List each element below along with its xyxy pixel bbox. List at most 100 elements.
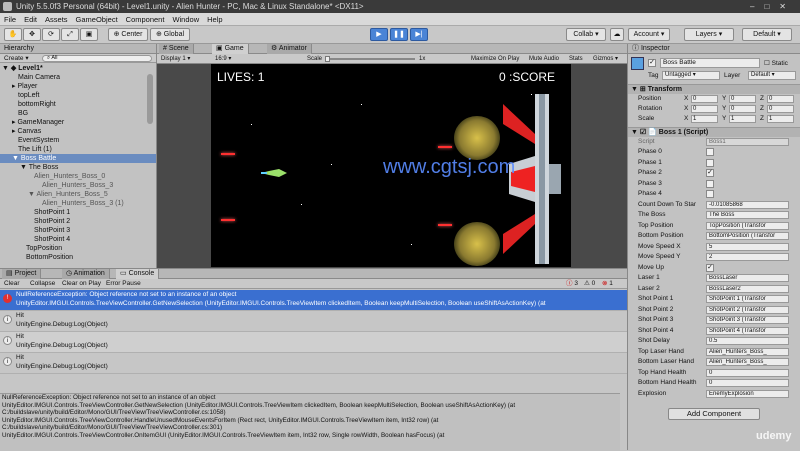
position-x-field[interactable]: 0 xyxy=(691,95,718,103)
clear-button[interactable]: Clear xyxy=(4,279,20,289)
hierarchy-item[interactable]: ▸ GameManager xyxy=(12,118,64,127)
hierarchy-item[interactable]: Alien_Hunters_Boss_3 xyxy=(42,181,113,190)
field-value[interactable]: 2 xyxy=(706,253,789,261)
field-value[interactable]: ShotPoint 1 (Transfor xyxy=(706,295,789,303)
field-value[interactable]: 0 xyxy=(706,379,789,387)
field-checkbox[interactable] xyxy=(706,148,714,156)
menu-component[interactable]: Component xyxy=(122,15,169,24)
field-value[interactable]: 0 xyxy=(706,368,789,377)
script-field[interactable]: Boss1 xyxy=(706,138,789,146)
hierarchy-tab[interactable]: Hierarchy xyxy=(0,45,34,52)
console-row-log[interactable]: i Hit UnityEngine.Debug:Log(Object) xyxy=(0,353,627,374)
collapse-button[interactable]: Collapse xyxy=(30,279,55,289)
field-value[interactable]: TopPosition (Transfor xyxy=(706,221,789,230)
tab-animator[interactable]: ⚙ Animator xyxy=(267,44,312,54)
stats-toggle[interactable]: Stats xyxy=(569,54,583,64)
stack-trace[interactable]: NullReferenceException: Object reference… xyxy=(0,393,620,451)
layers-dropdown[interactable]: Layers ▾ xyxy=(684,28,734,41)
field-checkbox[interactable] xyxy=(706,190,714,198)
field-value[interactable]: 5 xyxy=(706,242,789,251)
layout-dropdown[interactable]: Default ▾ xyxy=(742,28,792,41)
create-dropdown[interactable]: Create ▾ xyxy=(0,55,29,62)
scale-y-field[interactable]: 1 xyxy=(729,115,756,123)
inspector-tab[interactable]: ⓘ Inspector xyxy=(628,45,670,52)
transform-header[interactable]: ▼ ⊞ Transform xyxy=(628,84,800,94)
hierarchy-item[interactable]: Main Camera xyxy=(18,73,60,82)
hierarchy-item[interactable]: Alien_Hunters_Boss_3 (1) xyxy=(42,199,124,208)
active-checkbox[interactable]: ✓ xyxy=(648,59,656,67)
script-header[interactable]: ▼ ☑ 📄 Boss 1 (Script) xyxy=(628,127,800,137)
field-value[interactable]: ShotPoint 3 (Transfor xyxy=(706,316,789,324)
tab-console[interactable]: ▭ Console xyxy=(116,269,160,279)
hierarchy-search-input[interactable]: ⌕ All xyxy=(42,55,152,62)
field-checkbox[interactable]: ✓ xyxy=(706,169,714,177)
field-value[interactable]: BottomPosition (Transfor xyxy=(706,232,789,240)
field-value[interactable]: EnemyExplosion xyxy=(706,389,789,398)
console-row-error[interactable]: ! NullReferenceException: Object referen… xyxy=(0,290,627,311)
pivot-center-button[interactable]: ⊕ Center xyxy=(108,28,148,41)
hierarchy-item[interactable]: ▸ Player xyxy=(12,82,37,91)
gizmos-dropdown[interactable]: Gizmos ▾ xyxy=(593,54,618,64)
menu-window[interactable]: Window xyxy=(168,15,203,24)
hierarchy-item[interactable]: ▼ Alien_Hunters_Boss_5 xyxy=(28,190,108,199)
field-value[interactable]: ShotPoint 4 (Transfor xyxy=(706,326,789,335)
hierarchy-item[interactable]: ▸ Canvas xyxy=(12,127,41,136)
static-toggle[interactable]: ☐ Static xyxy=(764,59,788,67)
display-dropdown[interactable]: Display 1 ▾ xyxy=(161,54,190,64)
account-dropdown[interactable]: Account ▾ xyxy=(628,28,670,41)
hierarchy-item[interactable]: EventSystem xyxy=(18,136,59,145)
hierarchy-item[interactable]: bottomRight xyxy=(18,100,56,109)
field-value[interactable]: 0.5 xyxy=(706,337,789,345)
console-row-log[interactable]: i Hit UnityEngine.Debug:Log(Object) xyxy=(0,311,627,332)
play-button[interactable]: ▶ xyxy=(370,28,388,41)
error-count[interactable]: ⊗ 1 xyxy=(602,279,613,289)
field-checkbox[interactable] xyxy=(706,158,714,167)
console-row-log[interactable]: i Hit UnityEngine.Debug:Log(Object) xyxy=(0,332,627,353)
field-value[interactable]: ShotPoint 2 (Transfor xyxy=(706,305,789,314)
position-z-field[interactable]: 0 xyxy=(767,95,794,103)
rotate-tool-icon[interactable]: ⟳ xyxy=(42,28,60,41)
scene-root[interactable]: ▼ ◆ Level1* xyxy=(2,64,43,73)
hierarchy-item-selected[interactable]: ▼ Boss Battle xyxy=(0,154,156,163)
scale-x-field[interactable]: 1 xyxy=(691,115,718,123)
menu-file[interactable]: File xyxy=(0,15,20,24)
hierarchy-item[interactable]: BottomPosition xyxy=(26,253,73,262)
warning-count[interactable]: ⓘ 3 xyxy=(566,279,578,289)
collab-button[interactable]: Collab ▾ xyxy=(566,28,606,41)
window-controls[interactable]: –□✕ xyxy=(750,0,796,13)
field-value[interactable]: -0.01085868 xyxy=(706,200,789,209)
tag-dropdown[interactable]: Untagged ▾ xyxy=(662,71,720,80)
field-value[interactable]: Alien_Hunters_Boss_ xyxy=(706,358,789,366)
cloud-icon[interactable]: ☁ xyxy=(610,28,624,41)
log-count[interactable]: ⚠ 0 xyxy=(584,279,595,289)
menu-help[interactable]: Help xyxy=(203,15,226,24)
hierarchy-item[interactable]: Alien_Hunters_Boss_0 xyxy=(34,172,105,181)
position-y-field[interactable]: 0 xyxy=(729,95,756,103)
object-name-field[interactable]: Boss Battle xyxy=(660,58,760,68)
hierarchy-item[interactable]: TopPosition xyxy=(26,244,62,253)
field-value[interactable]: BossLaser2 xyxy=(706,284,789,293)
hierarchy-item[interactable]: ShotPoint 4 xyxy=(34,235,70,244)
rotation-y-field[interactable]: 0 xyxy=(729,105,756,113)
tab-game[interactable]: ▣ Game xyxy=(212,44,249,54)
pause-button[interactable]: ❚❚ xyxy=(390,28,408,41)
step-button[interactable]: ▶| xyxy=(410,28,428,41)
tab-scene[interactable]: # Scene xyxy=(159,44,194,54)
scale-slider[interactable] xyxy=(325,58,415,60)
scale-slider-handle[interactable] xyxy=(325,56,330,62)
menu-edit[interactable]: Edit xyxy=(20,15,41,24)
game-viewport[interactable]: LIVES: 1 0 :SCORE www.cgtsj.com xyxy=(211,64,571,267)
layer-dropdown[interactable]: Default ▾ xyxy=(748,71,796,80)
rotation-x-field[interactable]: 0 xyxy=(691,105,718,113)
error-pause-button[interactable]: Error Pause xyxy=(106,279,141,289)
move-tool-icon[interactable]: ✥ xyxy=(23,28,41,41)
hand-tool-icon[interactable]: ✋ xyxy=(4,28,22,41)
hierarchy-item[interactable]: ShotPoint 1 xyxy=(34,208,70,217)
field-value[interactable]: Alien_Hunters_Boss_ xyxy=(706,347,789,356)
tab-animation[interactable]: ◷ Animation xyxy=(62,269,110,279)
clear-on-play-button[interactable]: Clear on Play xyxy=(62,279,101,289)
rect-tool-icon[interactable]: ▣ xyxy=(80,28,98,41)
field-value[interactable]: BossLaser xyxy=(706,274,789,282)
hierarchy-item[interactable]: BG xyxy=(18,109,28,118)
pivot-global-button[interactable]: ⊕ Global xyxy=(150,28,190,41)
